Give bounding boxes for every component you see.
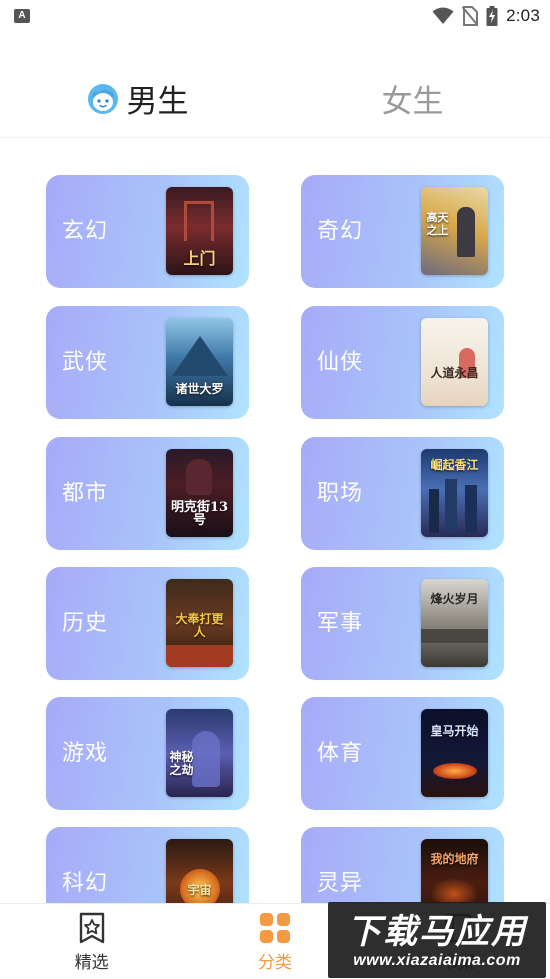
category-name: 历史 (62, 611, 109, 636)
nav-featured-label: 精选 (74, 953, 109, 973)
tab-male-label: 男生 (126, 84, 189, 120)
category-card-youxi[interactable]: 游戏 神秘之劫 (46, 697, 249, 810)
wifi-icon (432, 7, 454, 24)
cover-title: 崛起香江 (430, 458, 479, 472)
tab-male[interactable]: 男生 (0, 60, 275, 137)
category-card-dushi[interactable]: 都市 明克街13号 (46, 437, 249, 550)
nav-category-label: 分类 (257, 953, 292, 973)
category-name: 游戏 (62, 741, 109, 766)
gender-tabs: 男生 女生 (0, 60, 550, 138)
cover-title: 烽火岁月 (430, 592, 479, 606)
star-bookmark-icon (79, 912, 104, 944)
watermark-text: 下载马应用 (347, 912, 527, 952)
book-cover: 大奉打更人 (166, 579, 233, 667)
category-card-junshi[interactable]: 军事 烽火岁月 (301, 567, 504, 680)
category-name: 职场 (317, 481, 364, 506)
battery-charging-icon (486, 6, 498, 26)
book-cover: 诸世大罗 (166, 318, 233, 406)
cover-title: 我的地府 (430, 852, 479, 866)
cover-title: 皇马开始 (430, 724, 479, 738)
category-name: 科幻 (62, 871, 109, 896)
category-card-kehuan[interactable]: 科幻 宇宙 (46, 827, 249, 903)
book-cover: 皇马开始 (421, 709, 488, 797)
category-name: 军事 (317, 611, 364, 636)
category-name: 奇幻 (317, 219, 364, 244)
category-card-wuxia[interactable]: 武侠 诸世大罗 (46, 306, 249, 419)
book-cover: 我的地府 (421, 839, 488, 903)
book-cover: 高天之上 (421, 187, 488, 275)
category-name: 武侠 (62, 350, 109, 375)
category-card-xianxia[interactable]: 仙侠 人道永昌 (301, 306, 504, 419)
category-card-tiyu[interactable]: 体育 皇马开始 (301, 697, 504, 810)
no-sim-icon (462, 6, 479, 26)
category-card-qihuan[interactable]: 奇幻 高天之上 (301, 175, 504, 288)
app-screen: A 2:03 男生 女生 玄幻 上门 奇幻 高天之上 武侠 诸世大罗 仙侠 人道… (0, 0, 550, 979)
category-card-lingyi[interactable]: 灵异 我的地府 (301, 827, 504, 903)
watermark-url: www.xiazaiaima.com (353, 952, 521, 969)
book-cover: 明克街13号 (166, 449, 233, 537)
category-name: 灵异 (317, 871, 364, 896)
category-card-xuanhuan[interactable]: 玄幻 上门 (46, 175, 249, 288)
nav-featured[interactable]: 精选 (0, 904, 183, 979)
cover-title: 人道永昌 (430, 366, 479, 380)
category-name: 仙侠 (317, 350, 364, 375)
boy-face-icon (87, 83, 118, 114)
status-time: 2:03 (506, 6, 540, 25)
book-cover: 宇宙 (166, 839, 233, 903)
tab-female[interactable]: 女生 (275, 60, 550, 137)
category-name: 体育 (317, 741, 364, 766)
cover-title: 高天之上 (426, 211, 449, 237)
watermark-logo: 下载马应用 www.xiazaiaima.com (328, 902, 546, 978)
category-grid: 玄幻 上门 奇幻 高天之上 武侠 诸世大罗 仙侠 人道永昌 都市 明克街13号 … (0, 175, 550, 903)
book-cover: 人道永昌 (421, 318, 488, 406)
book-cover: 神秘之劫 (166, 709, 233, 797)
book-cover: 烽火岁月 (421, 579, 488, 667)
category-grid-icon (259, 913, 290, 943)
cover-title: 诸世大罗 (175, 382, 224, 396)
notification-icon: A (14, 9, 30, 23)
cover-title: 神秘之劫 (169, 750, 194, 777)
status-bar: A 2:03 (0, 0, 550, 32)
category-card-zhichang[interactable]: 职场 崛起香江 (301, 437, 504, 550)
book-cover: 上门 (166, 187, 233, 275)
category-name: 玄幻 (62, 219, 109, 244)
cover-title: 宇宙 (187, 883, 212, 897)
tab-female-label: 女生 (381, 84, 444, 120)
category-name: 都市 (62, 481, 109, 506)
cover-title: 大奉打更人 (175, 612, 224, 639)
cover-title: 明克街13号 (170, 500, 229, 528)
category-card-lishi[interactable]: 历史 大奉打更人 (46, 567, 249, 680)
cover-title: 上门 (183, 249, 216, 268)
book-cover: 崛起香江 (421, 449, 488, 537)
